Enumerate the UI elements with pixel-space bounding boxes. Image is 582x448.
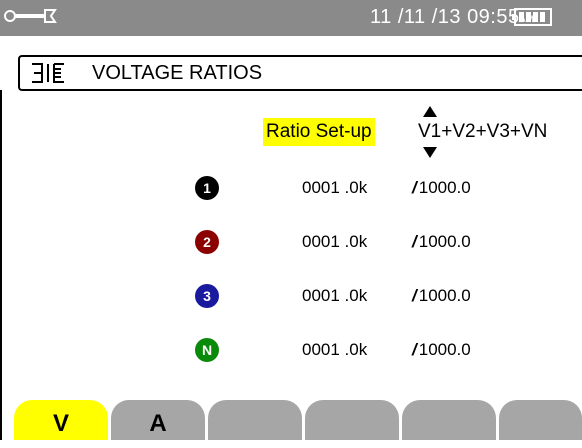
- ratio-field[interactable]: 0001 .0k: [302, 286, 367, 306]
- tab-empty-5[interactable]: [499, 400, 582, 440]
- ratio-field[interactable]: 0001 .0k: [302, 178, 367, 198]
- tab-v[interactable]: V: [14, 400, 108, 440]
- secondary-value[interactable]: /1000.0: [412, 286, 471, 306]
- ratio-setup-label[interactable]: Ratio Set-up: [263, 118, 375, 146]
- phase-badge-3: 3: [195, 284, 219, 308]
- arrow-up-icon[interactable]: [423, 106, 437, 117]
- slash-text: /: [412, 178, 417, 197]
- tab-empty-3[interactable]: [305, 400, 399, 440]
- date-time: 11 /11 /13 09:55AM: [370, 6, 534, 29]
- date-text: 11 /11 /13: [370, 6, 461, 28]
- tab-empty-2[interactable]: [208, 400, 302, 440]
- secondary-value[interactable]: /1000.0: [412, 178, 471, 198]
- slash-text: /: [412, 286, 417, 305]
- phase-badge-2: 2: [195, 230, 219, 254]
- ratio-field[interactable]: 0001 .0k: [302, 340, 367, 360]
- secondary-value[interactable]: /1000.0: [412, 232, 471, 252]
- arrow-down-icon[interactable]: [423, 147, 437, 158]
- page-title: VOLTAGE RATIOS: [92, 62, 263, 84]
- wrench-icon: [4, 9, 57, 23]
- phase-badge-n: N: [195, 338, 219, 362]
- slash-text: /: [412, 340, 417, 359]
- slash-text: /: [412, 232, 417, 251]
- secondary-value[interactable]: /1000.0: [412, 340, 471, 360]
- tab-a[interactable]: A: [111, 400, 205, 440]
- status-bar: 11 /11 /13 09:55AM: [0, 0, 582, 36]
- left-divider: [0, 90, 2, 440]
- title-bar: VOLTAGE RATIOS: [18, 55, 582, 91]
- transformer-icon: [32, 63, 64, 83]
- value-text: 1000.0: [418, 232, 471, 251]
- battery-icon: [512, 8, 552, 26]
- phase-selector[interactable]: V1+V2+V3+VN: [418, 121, 547, 143]
- value-text: 1000.0: [418, 286, 471, 305]
- ratio-field[interactable]: 0001 .0k: [302, 232, 367, 252]
- phase-badge-1: 1: [195, 176, 219, 200]
- value-text: 1000.0: [418, 340, 471, 359]
- tab-empty-4[interactable]: [402, 400, 496, 440]
- value-text: 1000.0: [418, 178, 471, 197]
